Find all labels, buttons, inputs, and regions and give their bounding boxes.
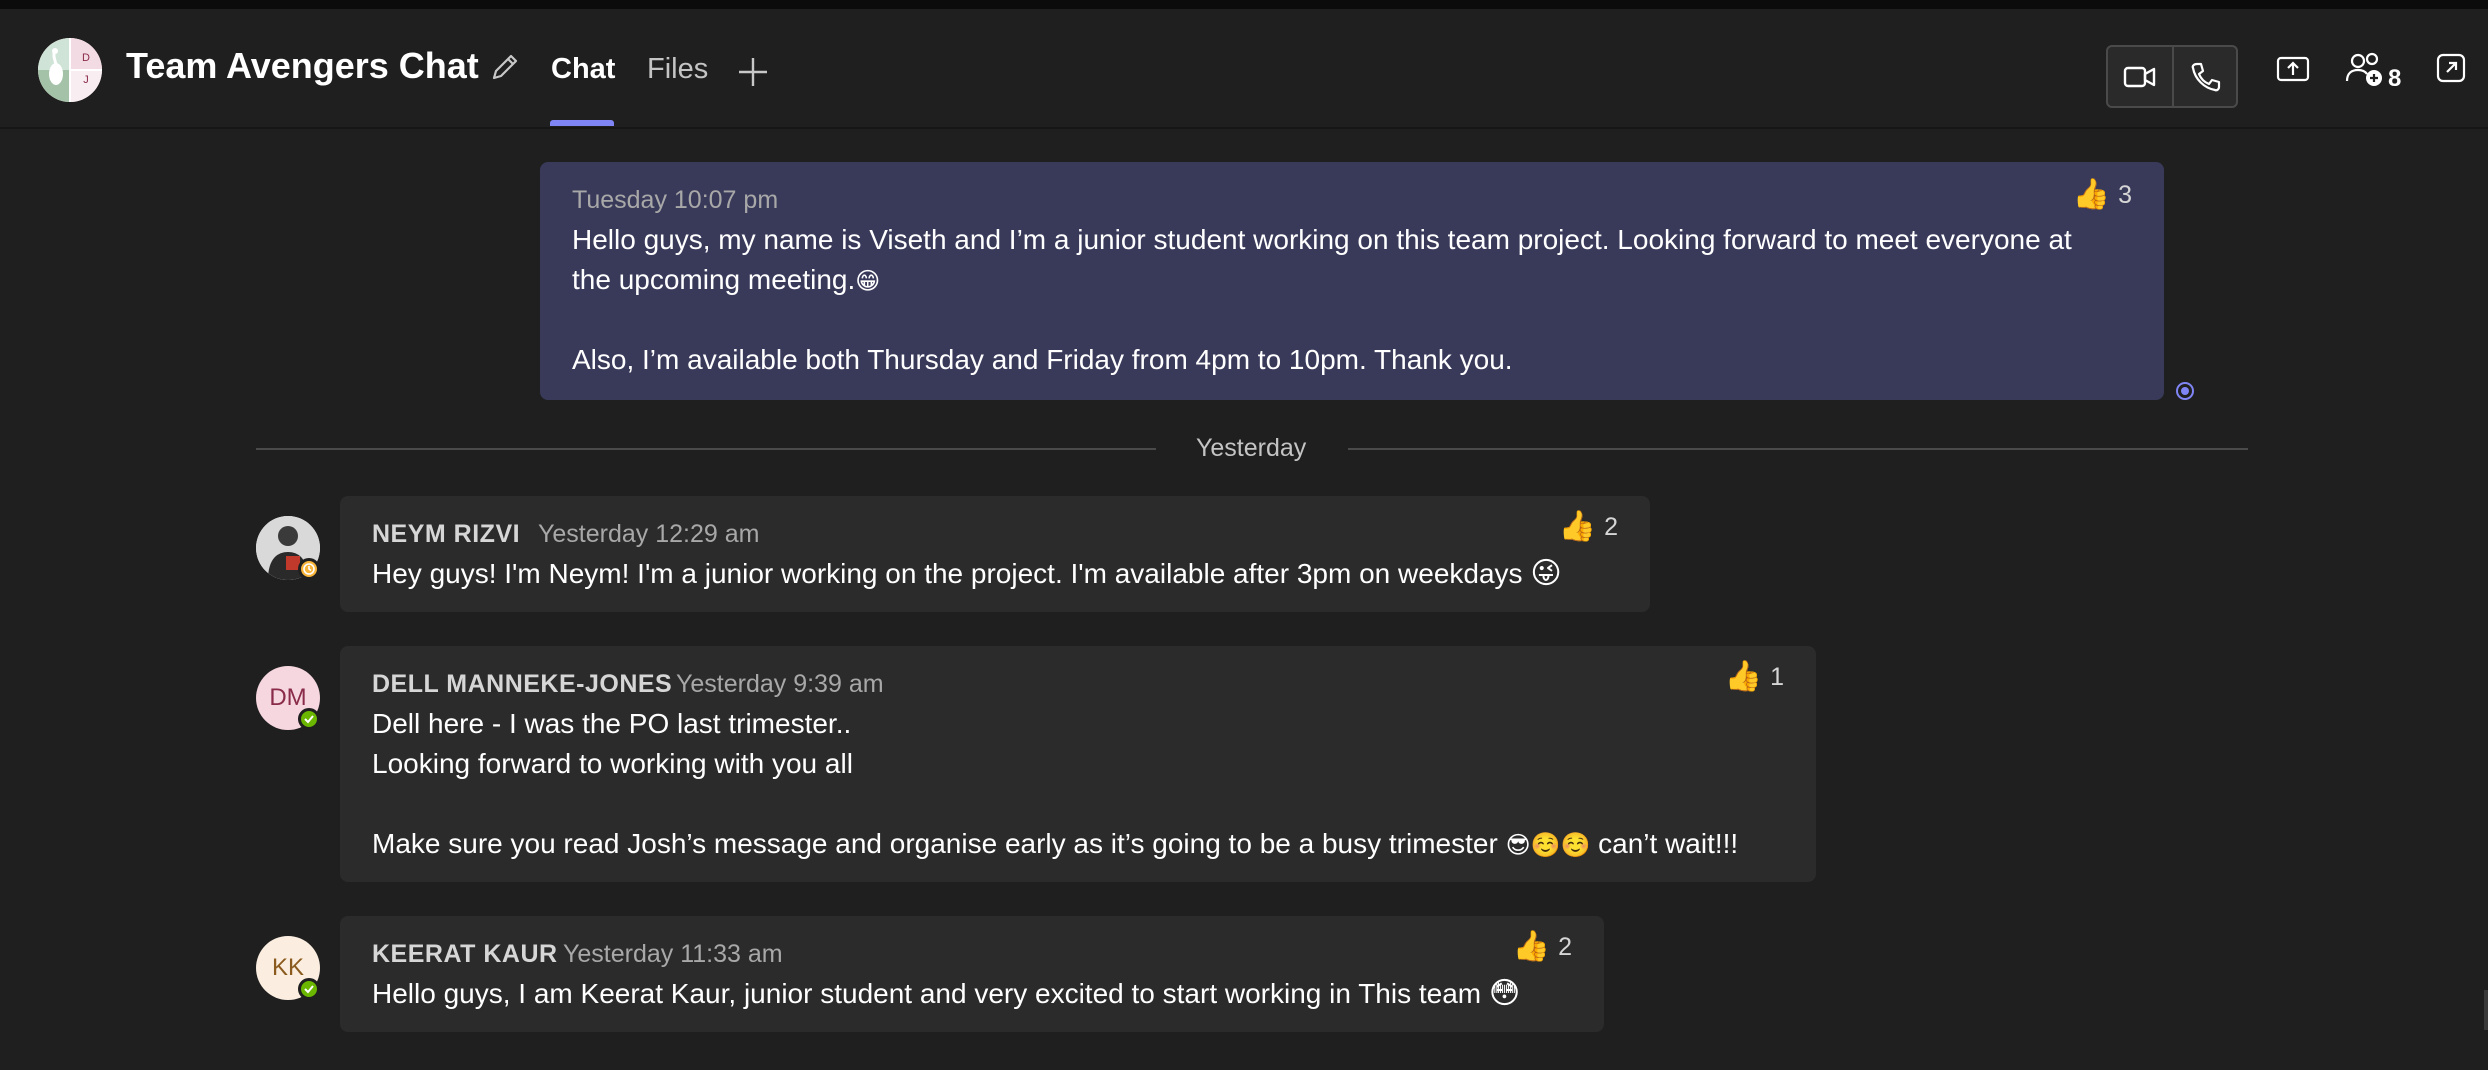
active-tab-indicator <box>550 120 614 126</box>
sender-name: NEYM RIZVI <box>372 520 521 548</box>
reaction-count: 2 <box>1558 932 1572 961</box>
sender-name: DELL MANNEKE-JONES <box>372 670 673 698</box>
tongue-emoji: 😜 <box>1530 557 1562 590</box>
reaction-like[interactable]: 👍 1 <box>1725 662 1784 692</box>
seen-receipt-icon <box>2176 382 2194 400</box>
phone-icon[interactable] <box>2188 60 2222 94</box>
message-text-line: Hey guys! I'm Neym! I'm a junior working… <box>372 557 1562 590</box>
reaction-like[interactable]: 👍 3 <box>2073 180 2132 210</box>
avatar-initial-bottom: J <box>70 70 102 102</box>
message-neym[interactable]: NEYM RIZVI Yesterday 12:29 am 👍 2 Hey gu… <box>340 496 1650 612</box>
pencil-icon[interactable] <box>487 49 523 85</box>
participant-count[interactable]: 8 <box>2388 65 2401 93</box>
thumbs-up-icon: 👍 <box>1724 660 1763 693</box>
message-timestamp: Tuesday 10:07 pm <box>572 186 779 214</box>
message-text-line: Also, I’m available both Thursday and Fr… <box>572 344 1513 375</box>
message-self[interactable]: Tuesday 10:07 pm 👍 3 Hello guys, my name… <box>540 162 2164 400</box>
message-dell[interactable]: DELL MANNEKE-JONES Yesterday 9:39 am 👍 1… <box>340 646 1816 882</box>
message-keerat[interactable]: KEERAT KAUR Yesterday 11:33 am 👍 2 Hello… <box>340 916 1604 1032</box>
reaction-like[interactable]: 👍 2 <box>1559 512 1618 542</box>
plus-icon[interactable] <box>736 55 770 89</box>
message-timestamp: Yesterday 12:29 am <box>538 520 760 548</box>
chat-header: D J Team Avengers Chat Chat Files 8 <box>0 9 2488 129</box>
message-text-line: Hello guys, I am Keerat Kaur, junior stu… <box>372 977 1521 1010</box>
reaction-count: 1 <box>1770 662 1784 691</box>
thumbs-up-icon: 👍 <box>1558 510 1597 543</box>
message-text-line: Make sure you read Josh’s message and or… <box>372 828 1739 859</box>
divider-line-left <box>256 448 1156 450</box>
divider-line-right <box>1348 448 2248 450</box>
thumbs-up-icon: 👍 <box>1512 930 1551 963</box>
message-text-line: the upcoming meeting.😁 <box>572 264 881 295</box>
message-text-line: Dell here - I was the PO last trimester.… <box>372 708 852 739</box>
group-avatar[interactable]: D J <box>38 38 102 102</box>
available-status-icon <box>298 978 320 1000</box>
video-camera-icon[interactable] <box>2122 60 2158 94</box>
scrollbar[interactable] <box>2484 990 2488 1030</box>
pop-out-icon[interactable] <box>2434 51 2468 85</box>
tab-files[interactable]: Files <box>647 53 708 86</box>
message-text-line: Looking forward to working with you all <box>372 748 853 779</box>
sender-name: KEERAT KAUR <box>372 940 558 968</box>
grin-emoji: 😁 <box>855 268 881 295</box>
chat-title: Team Avengers Chat <box>126 45 479 86</box>
message-timestamp: Yesterday 9:39 am <box>676 670 884 698</box>
available-status-icon <box>298 708 320 730</box>
bird-icon <box>49 48 63 85</box>
reaction-count: 3 <box>2118 180 2132 209</box>
window-top-strip <box>0 0 2488 9</box>
tab-chat[interactable]: Chat <box>551 53 615 86</box>
thumbs-up-icon: 👍 <box>2072 178 2111 211</box>
message-text-line: Hello guys, my name is Viseth and I’m a … <box>572 224 2072 255</box>
call-button-group <box>2106 45 2238 108</box>
people-add-icon[interactable] <box>2344 49 2386 89</box>
message-timestamp: Yesterday 11:33 am <box>563 940 783 968</box>
away-status-icon <box>298 558 320 580</box>
flushed-emoji: 😳 <box>1488 977 1521 1010</box>
share-screen-icon[interactable] <box>2275 51 2311 87</box>
reaction-like[interactable]: 👍 2 <box>1513 932 1572 962</box>
date-divider-label: Yesterday <box>1196 434 1307 462</box>
avatar-initial-top: D <box>70 38 102 70</box>
reaction-count: 2 <box>1604 512 1618 541</box>
sunglasses-smile-emoji: 😎☺️☺️ <box>1505 832 1591 859</box>
